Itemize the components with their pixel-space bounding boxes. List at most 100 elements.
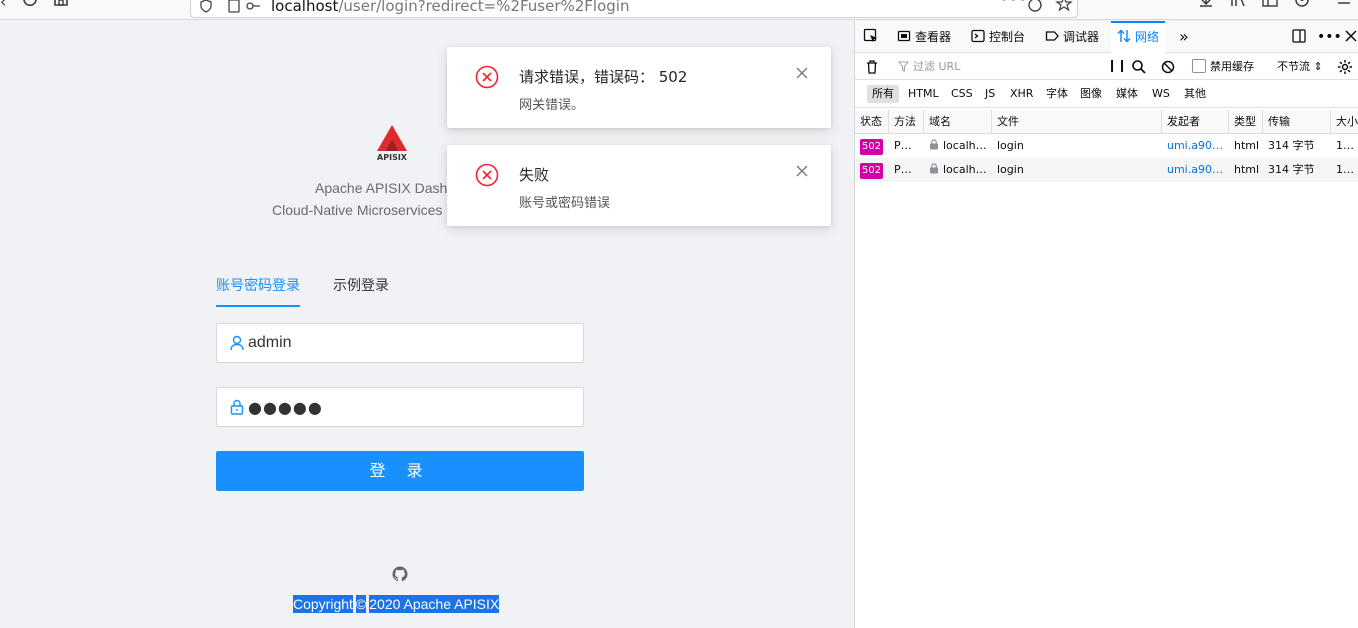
request-type-filters: 所有 HTML CSS JS XHR 字体 图像 媒体 WS 其他	[855, 80, 1358, 108]
status-cell: 502	[855, 134, 889, 158]
error-notification: 请求错误，错误码： 502 网关错误。	[447, 47, 831, 128]
type-filter-js[interactable]: JS	[980, 85, 1000, 103]
tab-demo-login[interactable]: 示例登录	[333, 275, 389, 295]
initiator-cell[interactable]: umi.a901…	[1162, 158, 1229, 182]
tab-network[interactable]: 网络	[1111, 21, 1166, 53]
disable-cache-checkbox[interactable]	[1192, 59, 1206, 73]
file-cell: login	[997, 163, 1024, 176]
type-filter-xhr[interactable]: XHR	[1005, 85, 1038, 103]
home-icon[interactable]	[53, 0, 69, 6]
type-filter-images[interactable]: 图像	[1075, 85, 1107, 103]
tab-console[interactable]: 控制台	[971, 21, 1025, 53]
status-badge: 502	[860, 139, 884, 155]
back-icon[interactable]: ‹	[0, 0, 6, 10]
page-actions-icon[interactable]: •••	[999, 0, 1027, 8]
status-cell: 502	[855, 158, 889, 182]
column-type[interactable]: 类型	[1229, 110, 1263, 134]
devtools-panel: 查看器 控制台 调试器 网络 » ••• 过滤 URL ❙❙ 禁用缓存 不节流 …	[854, 21, 1358, 628]
bookmark-star-icon[interactable]	[1055, 0, 1073, 13]
username-value: admin	[248, 334, 292, 351]
type-filter-html[interactable]: HTML	[903, 85, 944, 103]
tab-account-password[interactable]: 账号密码登录	[216, 275, 300, 295]
type-filter-all[interactable]: 所有	[867, 85, 899, 103]
reload-icon[interactable]	[22, 0, 38, 6]
filter-url-input[interactable]: 过滤 URL	[895, 57, 1097, 77]
domain-cell: localh…	[924, 158, 992, 182]
status-badge: 502	[860, 163, 884, 179]
table-header: 状态 方法 域名 文件 发起者 类型 传输 大小	[855, 110, 1358, 134]
network-filter-bar: 过滤 URL ❙❙ 禁用缓存 不节流 ⇕	[855, 54, 1358, 80]
close-circle-icon	[475, 65, 499, 89]
notification-title: 请求错误，错误码： 502	[519, 68, 688, 86]
file-cell: login	[997, 139, 1024, 152]
shield-icon[interactable]	[199, 0, 213, 13]
throttle-select[interactable]: 不节流 ⇕	[1277, 58, 1323, 74]
initiator-cell[interactable]: umi.a901…	[1162, 134, 1229, 158]
disable-cache-label: 禁用缓存	[1210, 60, 1254, 73]
method-cell: P…	[894, 139, 912, 152]
domain-cell: localh…	[924, 134, 992, 158]
url-text: localhost/user/login?redirect=%2Fuser%2F…	[271, 0, 630, 15]
search-icon[interactable]	[1131, 59, 1147, 75]
pause-icon[interactable]: ❙❙	[1107, 58, 1127, 72]
type-filter-other[interactable]: 其他	[1179, 85, 1211, 103]
column-file[interactable]: 文件	[992, 110, 1162, 134]
app-subtitle: Cloud-Native Microservices	[272, 202, 443, 218]
trash-icon[interactable]	[864, 59, 880, 75]
sidebar-icon[interactable]	[1262, 0, 1278, 8]
transferred-cell: 314 字节	[1268, 139, 1315, 152]
pocket-icon[interactable]	[1027, 0, 1043, 13]
type-cell: html	[1234, 139, 1260, 152]
column-domain[interactable]: 域名	[924, 110, 992, 134]
lock-icon	[930, 163, 938, 174]
apisix-logo: APISIX	[377, 125, 408, 162]
transferred-cell: 314 字节	[1268, 163, 1315, 176]
type-filter-media[interactable]: 媒体	[1111, 85, 1143, 103]
type-filter-ws[interactable]: WS	[1147, 85, 1175, 103]
close-icon[interactable]	[795, 66, 809, 80]
dock-icon[interactable]	[1291, 28, 1307, 44]
login-button[interactable]: 登 录	[216, 451, 584, 491]
url-bar[interactable]: localhost/user/login?redirect=%2Fuser%2F…	[190, 0, 1078, 18]
username-field[interactable]: admin	[216, 323, 584, 363]
notification-title: 失败	[519, 166, 550, 184]
settings-gear-icon[interactable]	[1337, 59, 1353, 75]
block-icon[interactable]	[1160, 59, 1176, 75]
menu-icon[interactable]	[1336, 0, 1352, 8]
network-icon	[1117, 29, 1131, 43]
notification-description: 账号或密码错误	[519, 196, 611, 211]
close-devtools-icon[interactable]	[1343, 28, 1358, 44]
app-title: Apache APISIX Dash	[315, 180, 448, 196]
size-cell: 15…	[1336, 139, 1358, 152]
method-cell: P…	[894, 163, 912, 176]
column-method[interactable]: 方法	[889, 110, 924, 134]
tab-debugger[interactable]: 调试器	[1045, 21, 1099, 53]
column-size[interactable]: 大小	[1331, 110, 1358, 134]
console-icon	[971, 29, 985, 43]
account-icon[interactable]	[1294, 0, 1310, 8]
table-row[interactable]: 502 P… localh… login umi.a901… html 314 …	[855, 158, 1358, 182]
element-picker-icon[interactable]	[863, 28, 879, 44]
devtools-menu-icon[interactable]: •••	[1317, 21, 1342, 53]
login-page: APISIX Apache APISIX Dash Cloud-Native M…	[0, 21, 854, 628]
password-field[interactable]: ●●●●●	[216, 387, 584, 427]
column-status[interactable]: 状态	[855, 110, 889, 134]
github-icon[interactable]	[392, 566, 408, 582]
library-icon[interactable]	[1230, 0, 1246, 8]
table-row[interactable]: 502 P… localh… login umi.a901… html 314 …	[855, 134, 1358, 158]
devtools-toolbar: 查看器 控制台 调试器 网络 » •••	[855, 21, 1358, 53]
copyright: Copyright © 2020 Apache APISIX	[293, 595, 500, 613]
permissions-icon[interactable]	[245, 0, 261, 13]
size-cell: 15…	[1336, 163, 1358, 176]
column-initiator[interactable]: 发起者	[1162, 110, 1229, 134]
type-filter-css[interactable]: CSS	[946, 85, 978, 103]
svg-text:APISIX: APISIX	[377, 153, 408, 162]
tab-inspector[interactable]: 查看器	[897, 21, 951, 53]
close-icon[interactable]	[795, 164, 809, 178]
downloads-icon[interactable]	[1198, 0, 1214, 8]
type-filter-fonts[interactable]: 字体	[1041, 85, 1073, 103]
error-notification: 失败 账号或密码错误	[447, 145, 831, 226]
column-transferred[interactable]: 传输	[1263, 110, 1331, 134]
more-tools-icon[interactable]: »	[1179, 21, 1189, 53]
password-value: ●●●●●	[248, 398, 323, 417]
